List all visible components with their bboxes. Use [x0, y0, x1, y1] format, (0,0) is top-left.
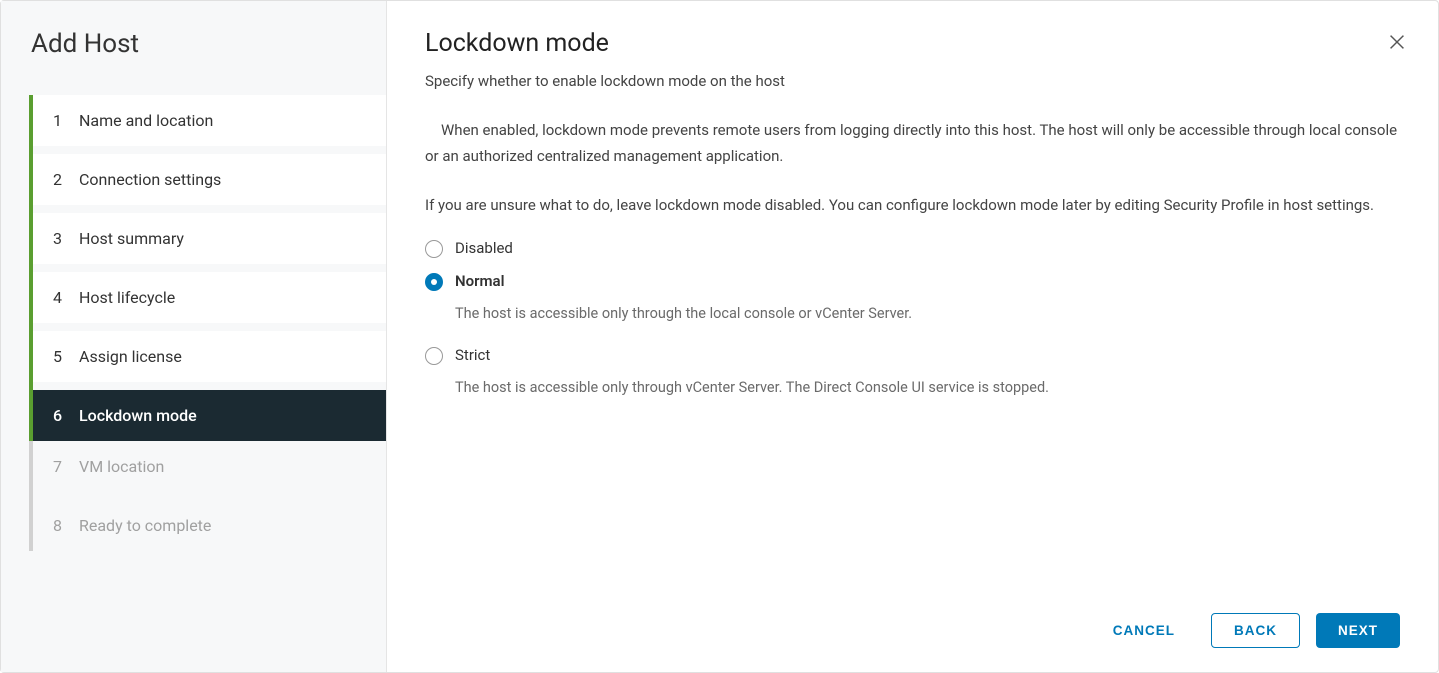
cancel-button[interactable]: CANCEL	[1093, 613, 1195, 648]
wizard-footer: CANCEL BACK NEXT	[425, 593, 1400, 648]
radio-option-normal[interactable]: Normal	[425, 270, 1400, 293]
page-title: Lockdown mode	[425, 29, 1400, 58]
step-label: VM location	[79, 457, 164, 476]
radio-label: Normal	[455, 272, 504, 290]
step-number: 3	[53, 229, 65, 248]
step-label: Lockdown mode	[79, 406, 197, 425]
radio-icon	[425, 273, 443, 291]
step-label: Host lifecycle	[79, 288, 175, 307]
lockdown-description: When enabled, lockdown mode prevents rem…	[425, 118, 1400, 169]
step-lockdown-mode[interactable]: 6 Lockdown mode	[33, 390, 386, 441]
step-number: 6	[53, 406, 65, 425]
lockdown-radio-group: Disabled Normal The host is accessible o…	[425, 237, 1400, 408]
lockdown-hint: If you are unsure what to do, leave lock…	[425, 193, 1400, 219]
step-label: Host summary	[79, 229, 184, 248]
step-number: 1	[53, 111, 65, 130]
radio-help-strict: The host is accessible only through vCen…	[455, 379, 1400, 396]
step-label: Connection settings	[79, 170, 221, 189]
close-icon	[1386, 31, 1408, 53]
radio-help-normal: The host is accessible only through the …	[455, 305, 1400, 322]
step-label: Name and location	[79, 111, 213, 130]
wizard-sidebar: Add Host 1 Name and location 2 Connectio…	[1, 1, 387, 672]
step-number: 8	[53, 516, 65, 535]
step-label: Ready to complete	[79, 516, 211, 535]
steps-completed-group: 1 Name and location 2 Connection setting…	[29, 95, 386, 441]
step-number: 4	[53, 288, 65, 307]
radio-label: Strict	[455, 346, 490, 364]
back-button[interactable]: BACK	[1211, 613, 1300, 648]
step-number: 2	[53, 170, 65, 189]
step-number: 5	[53, 347, 65, 366]
radio-icon	[425, 347, 443, 365]
radio-option-strict[interactable]: Strict	[425, 344, 1400, 367]
step-label: Assign license	[79, 347, 182, 366]
radio-label: Disabled	[455, 239, 513, 257]
wizard-dialog: Add Host 1 Name and location 2 Connectio…	[0, 0, 1439, 673]
radio-option-disabled[interactable]: Disabled	[425, 237, 1400, 260]
step-number: 7	[53, 457, 65, 476]
page-subtitle: Specify whether to enable lockdown mode …	[425, 72, 1400, 90]
step-ready-to-complete: 8 Ready to complete	[33, 500, 386, 551]
step-connection-settings[interactable]: 2 Connection settings	[33, 154, 386, 205]
step-assign-license[interactable]: 5 Assign license	[33, 331, 386, 382]
step-host-summary[interactable]: 3 Host summary	[33, 213, 386, 264]
next-button[interactable]: NEXT	[1316, 613, 1400, 648]
wizard-title: Add Host	[1, 29, 386, 95]
wizard-content: Lockdown mode Specify whether to enable …	[387, 1, 1438, 672]
steps-future-group: 7 VM location 8 Ready to complete	[29, 441, 386, 551]
step-vm-location: 7 VM location	[33, 441, 386, 492]
step-name-and-location[interactable]: 1 Name and location	[33, 95, 386, 146]
close-button[interactable]	[1386, 31, 1408, 53]
step-host-lifecycle[interactable]: 4 Host lifecycle	[33, 272, 386, 323]
radio-icon	[425, 240, 443, 258]
